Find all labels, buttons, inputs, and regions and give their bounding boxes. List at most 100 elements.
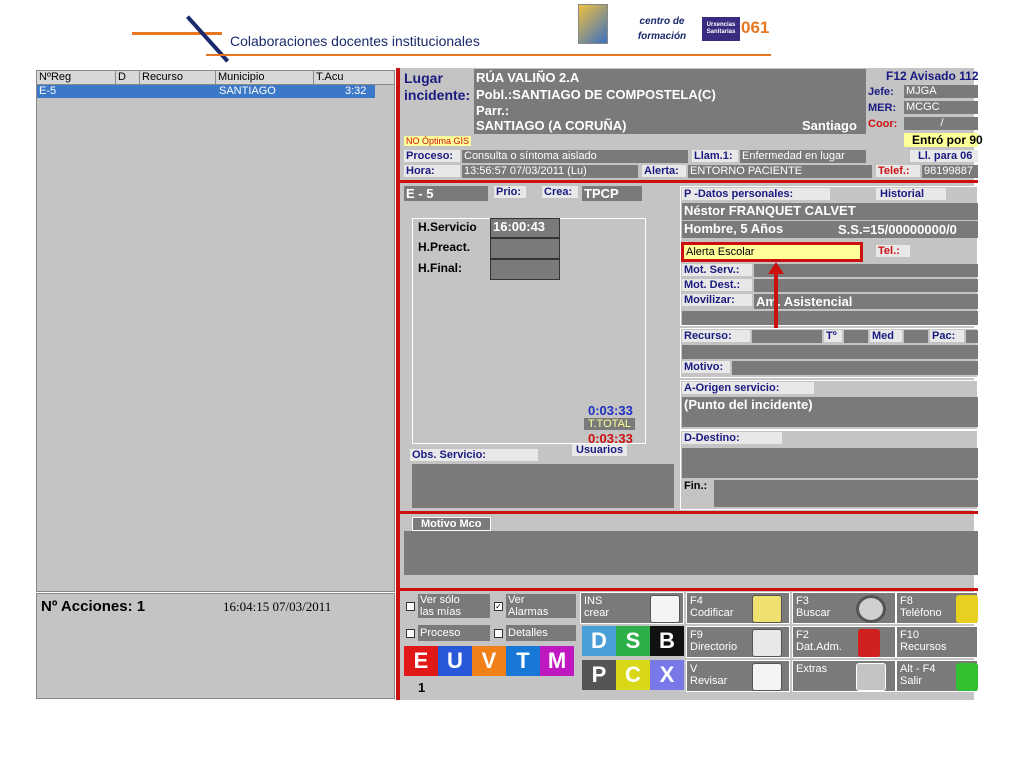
col-tacu[interactable]: T.Acu [313,71,344,85]
recurso-field[interactable] [752,330,822,343]
book-icon [858,629,880,657]
tab-motivo-mco[interactable]: Motivo Mco [412,517,491,531]
historial-button[interactable]: Historial [876,188,946,200]
service-code: E - 5 [404,186,488,201]
mot-serv-field[interactable] [754,264,978,277]
phone-icon [956,595,978,623]
h-servicio-value: 16:00:43 [490,218,560,238]
letter-c-button[interactable]: C [616,660,650,690]
motivo-field[interactable] [732,361,978,375]
h-preact-label: H.Preact. [418,240,471,254]
proceso-value[interactable]: Consulta o síntoma aislado [462,150,688,163]
patient-ss: S.S.=15/00000000/0 [838,222,957,237]
proceso-check-label[interactable]: Proceso [418,625,490,641]
patient-name: Néstor FRANQUET CALVET [682,203,978,220]
telef-value: 98199887 [922,165,978,178]
ver-alarmas-label[interactable]: Ver Alarmas [506,594,576,618]
event-count: 1 [418,680,426,695]
f2-datadm-button[interactable]: F2 Dat.Adm. [792,626,896,658]
divider-1 [400,180,978,183]
destino-value[interactable] [682,448,978,478]
detalles-checkbox[interactable] [494,629,503,638]
header-title: Colaboraciones docentes institucionales [230,33,480,49]
letter-m-button[interactable]: M [540,646,574,676]
hora-value: 13:56:57 07/03/2011 (Lu) [462,165,638,178]
address-city: Santiago [802,118,857,133]
motivo-mco-field[interactable] [404,531,978,575]
letter-t-button[interactable]: T [506,646,540,676]
h-preact-value [490,238,560,259]
col-recurso[interactable]: Recurso [139,71,183,85]
table-row[interactable]: E-5 SANTIAGO 3:32 [37,85,375,98]
letter-d-button[interactable]: D [582,626,616,656]
med-label: Med [870,330,902,342]
f10-recursos-button[interactable]: F10 Recursos [896,626,978,658]
col-municipio[interactable]: Municipio [215,71,264,85]
usuarios-button[interactable]: Usuarios [572,444,628,456]
entro-por: Entró por 90 [904,133,983,147]
alerta-value: ENTORNO PACIENTE [688,165,872,178]
mer-label: MER: [868,102,897,114]
proceso-label: Proceso: [404,150,460,162]
acciones-datetime: 16:04:15 07/03/2011 [223,599,332,614]
logo-061: 061 [741,18,770,37]
ver-solo-label[interactable]: Ver sólo las mías [418,594,490,618]
divider-3 [400,588,978,591]
letter-u-button[interactable]: U [438,646,472,676]
alerta-escolar[interactable]: Alerta Escolar [681,242,863,262]
col-d[interactable]: D [115,71,126,85]
new-page-icon [650,595,680,623]
letter-s-button[interactable]: S [616,626,650,656]
llam-label: Llam.1: [692,150,738,162]
hora-label: Hora: [404,165,460,177]
address-line1: RÚA VALIÑO 2.A [476,70,580,85]
med-field[interactable] [904,330,928,343]
motivo-label: Motivo: [682,361,730,373]
ver-solo-checkbox[interactable] [406,602,415,611]
mer-value: MCGC [904,101,978,114]
recurso-detail [682,345,978,359]
crea-value: TPCP [582,186,642,201]
h-final-value [490,259,560,280]
proceso-checkbox[interactable] [406,629,415,638]
tp-field[interactable] [844,330,868,343]
row-tacu: 3:32 [345,85,367,97]
movilizar-value[interactable]: Am. Asistencial [754,294,978,309]
list-header: NºReg D Recurso Municipio T.Acu [37,71,394,85]
origen-value: (Punto del incidente) [682,397,978,427]
address-line4: SANTIAGO (A CORUÑA) [476,118,627,133]
magnifier-icon [856,595,886,623]
telef-label: Telef.: [876,165,920,177]
exit-icon [956,663,978,691]
acciones-panel: Nº Acciones: 1 16:04:15 07/03/2011 [36,593,395,699]
llam-value[interactable]: Enfermedad en lugar [740,150,866,163]
f12-avisado[interactable]: F12 Avisado 112 [886,69,979,83]
letter-v-button[interactable]: V [472,646,506,676]
centro-formacion-logo: centro de formación [637,16,687,42]
address-line3: Parr.: [476,103,510,118]
pac-field[interactable] [966,330,978,343]
alerta-label: Alerta: [642,165,686,177]
list-scrollbar[interactable] [375,85,394,591]
letter-x-button[interactable]: X [650,660,684,690]
jefe-label: Jefe: [868,86,894,98]
row-reg: E-5 [39,85,57,97]
letter-e-button[interactable]: E [404,646,438,676]
tp-label: Tº [824,330,842,342]
letter-p-button[interactable]: P [582,660,616,690]
ver-alarmas-checkbox[interactable]: ✓ [494,602,503,611]
col-nreg[interactable]: NºReg [37,71,71,85]
fin-field[interactable] [714,480,978,507]
header-orange-line [132,32,222,35]
obs-servicio-field[interactable] [412,464,674,508]
detalles-check-label[interactable]: Detalles [506,625,576,641]
h-servicio-label: H.Servicio [418,220,477,234]
pointer-arrow-icon [768,262,784,274]
crea-label: Crea: [542,186,578,198]
timer-1: 0:03:33 [588,403,633,418]
header-underline [206,54,771,56]
origen-label: A-Origen servicio: [682,382,814,394]
mot-dest-field[interactable] [754,279,978,292]
letter-b-button[interactable]: B [650,626,684,656]
tel-label: Tel.: [876,245,910,257]
